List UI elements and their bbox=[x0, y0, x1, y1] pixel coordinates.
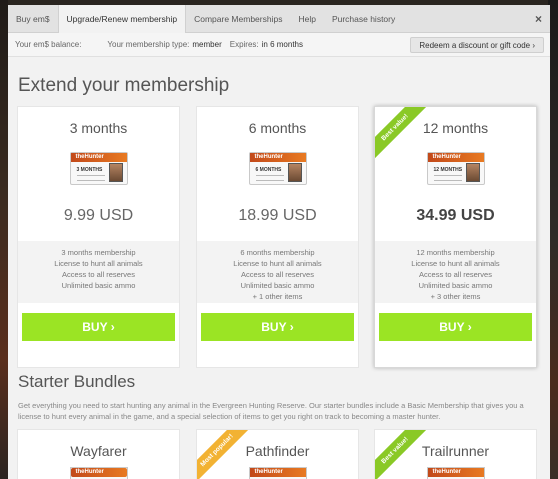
membership-type-label: Your membership type: bbox=[107, 40, 190, 49]
bundle-card-wayfarer: Wayfarer theHunter bbox=[17, 429, 180, 479]
tab-upgrade-renew[interactable]: Upgrade/Renew membership bbox=[57, 5, 187, 33]
plan-card-6-months: 6 months theHunter 6 MONTHS 18.99 USD 6 … bbox=[196, 106, 359, 368]
feature-item: Access to all reserves bbox=[241, 270, 314, 279]
hunter-portrait-icon bbox=[108, 163, 123, 182]
tab-purchase-history[interactable]: Purchase history bbox=[324, 5, 403, 32]
bundle-card-pathfinder: Most popular! Pathfinder theHunter bbox=[196, 429, 359, 479]
starter-bundles-title: Starter Bundles bbox=[18, 372, 136, 391]
plan-features: 6 months membership License to hunt all … bbox=[197, 241, 358, 303]
membership-type-value: member bbox=[192, 40, 222, 49]
plan-name: 6 months bbox=[248, 120, 307, 136]
balance-label: Your em$ balance: bbox=[15, 40, 82, 49]
plan-price: 9.99 USD bbox=[63, 207, 134, 224]
feature-item: License to hunt all animals bbox=[54, 259, 143, 268]
feature-item: License to hunt all animals bbox=[411, 259, 500, 268]
feature-item: Access to all reserves bbox=[62, 270, 135, 279]
expires-value: in 6 months bbox=[261, 40, 303, 49]
membership-card-image: theHunter 12 MONTHS bbox=[426, 152, 485, 185]
plan-features: 3 months membership License to hunt all … bbox=[18, 241, 179, 303]
feature-item: Unlimited basic ammo bbox=[61, 281, 136, 290]
feature-item: Unlimited basic ammo bbox=[418, 281, 493, 290]
starter-bundles-description: Get everything you need to start hunting… bbox=[18, 401, 524, 421]
bundle-name: Wayfarer bbox=[70, 443, 127, 459]
plan-card-3-months: 3 months theHunter 3 MONTHS 9.99 USD 3 m… bbox=[17, 106, 180, 368]
membership-card-image: theHunter 6 MONTHS bbox=[248, 152, 307, 185]
account-info-bar: Your em$ balance: Your membership type: … bbox=[8, 33, 550, 57]
extend-membership-title: Extend your membership bbox=[18, 75, 230, 96]
buy-button[interactable]: BUY › bbox=[22, 313, 175, 341]
bundle-card-trailrunner: Best value! Trailrunner theHunter bbox=[374, 429, 537, 479]
tab-compare-memberships[interactable]: Compare Memberships bbox=[186, 5, 290, 32]
plan-name: 3 months bbox=[69, 120, 128, 136]
feature-item: Unlimited basic ammo bbox=[240, 281, 315, 290]
hunter-portrait-icon bbox=[465, 163, 480, 182]
membership-card-image: theHunter bbox=[426, 467, 485, 479]
tab-buy-ems[interactable]: Buy em$ bbox=[8, 5, 58, 32]
expires-label: Expires: bbox=[229, 40, 259, 49]
background-left bbox=[0, 0, 8, 479]
membership-card-image: theHunter bbox=[69, 467, 128, 479]
redeem-code-button[interactable]: Redeem a discount or gift code › bbox=[410, 37, 544, 53]
close-icon[interactable]: × bbox=[535, 12, 542, 26]
buy-button[interactable]: BUY › bbox=[379, 313, 532, 341]
feature-item: 3 months membership bbox=[61, 248, 136, 257]
tab-help[interactable]: Help bbox=[290, 5, 323, 32]
plan-price: 34.99 USD bbox=[416, 207, 495, 224]
store-dialog: Buy em$ Upgrade/Renew membership Compare… bbox=[8, 5, 550, 479]
hunter-portrait-icon bbox=[287, 163, 302, 182]
tab-bar: Buy em$ Upgrade/Renew membership Compare… bbox=[8, 5, 550, 33]
membership-card-image: theHunter bbox=[248, 467, 307, 479]
feature-item: License to hunt all animals bbox=[233, 259, 322, 268]
feature-item: + 1 other items bbox=[252, 292, 303, 301]
feature-item: 6 months membership bbox=[240, 248, 315, 257]
feature-item: Access to all reserves bbox=[419, 270, 492, 279]
feature-item: 12 months membership bbox=[416, 248, 495, 257]
plan-card-12-months: Best value! 12 months theHunter 12 MONTH… bbox=[374, 106, 537, 368]
membership-card-image: theHunter 3 MONTHS bbox=[69, 152, 128, 185]
plan-features: 12 months membership License to hunt all… bbox=[375, 241, 536, 303]
plan-price: 18.99 USD bbox=[238, 207, 317, 224]
feature-item: + 3 other items bbox=[430, 292, 481, 301]
buy-button[interactable]: BUY › bbox=[201, 313, 354, 341]
